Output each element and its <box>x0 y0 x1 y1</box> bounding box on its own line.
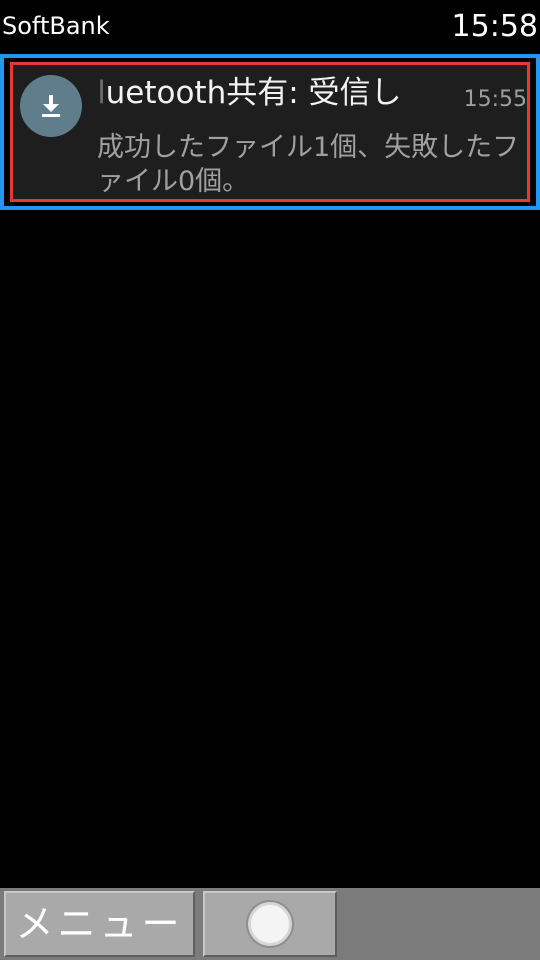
circle-icon <box>248 902 292 946</box>
notification-body: 成功したファイル1個、失敗したファイル0個。 <box>97 132 520 197</box>
carrier-name: SoftBank <box>2 12 110 40</box>
screen: SoftBank 15:58 luetooth共有: 受信し 15:55 成功し… <box>0 0 540 960</box>
status-clock: 15:58 <box>451 9 538 44</box>
status-bar: SoftBank 15:58 <box>0 0 540 54</box>
center-select-button[interactable] <box>203 891 337 957</box>
notification-title: luetooth共有: 受信し <box>97 75 402 111</box>
download-arrow-icon <box>42 95 60 117</box>
download-icon <box>20 75 82 137</box>
menu-button[interactable]: メニュー <box>4 891 195 957</box>
soft-key-bar: メニュー <box>0 888 540 960</box>
notification-content[interactable]: luetooth共有: 受信し 15:55 成功したファイル1個、失敗したファイ… <box>10 62 530 202</box>
notification-card[interactable]: luetooth共有: 受信し 15:55 成功したファイル1個、失敗したファイ… <box>0 54 540 210</box>
notification-time: 15:55 <box>463 87 527 112</box>
